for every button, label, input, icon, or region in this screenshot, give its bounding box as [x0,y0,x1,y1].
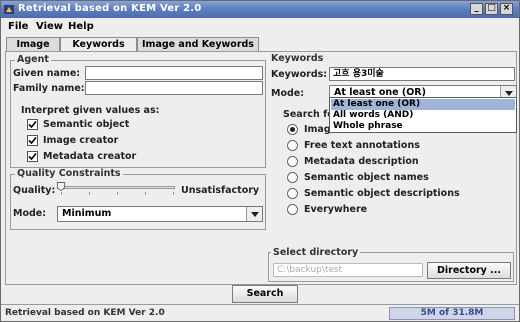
given-name-input[interactable] [85,66,263,80]
radio-semantic-descriptions-label: Semantic object descriptions [304,188,460,199]
menu-file[interactable]: File [8,21,28,32]
family-name-label: Family name: [13,83,85,94]
directory-button[interactable]: Directory ... [427,262,511,279]
radio-everywhere-label: Everywhere [304,204,368,215]
quality-group: Quality Constraints Quality: Unsatisfact… [10,168,266,230]
radio-free-text-label: Free text annotations [304,140,420,151]
keywords-mode-dropdown: At least one (OR) All words (AND) Whole … [329,97,517,133]
menu-bar: File View Help [1,19,519,35]
tab-image-and-keywords[interactable]: Image and Keywords [137,37,259,52]
tab-image[interactable]: Image [6,37,60,52]
keywords-group-title: Keywords [269,53,326,64]
search-button[interactable]: Search [232,285,298,303]
radio-everywhere[interactable] [287,204,298,215]
app-window: Retrieval based on KEM Ver 2.0 _ □ × Fil… [0,0,520,322]
agent-group-title: Agent [15,54,51,65]
keywords-input[interactable]: 고흐 용3미술 [329,67,515,81]
menu-view[interactable]: View [36,21,63,32]
dropdown-option-or[interactable]: At least one (OR) [331,99,515,110]
radio-free-text[interactable] [287,140,298,151]
window-title: Retrieval based on KEM Ver 2.0 [18,3,202,14]
close-button[interactable]: × [500,3,513,15]
check-icon [28,120,37,129]
maximize-button[interactable]: □ [485,3,498,15]
metadata-creator-label: Metadata creator [43,151,137,162]
given-name-label: Given name: [13,68,81,79]
slider-tick [89,192,90,195]
keywords-group: Keywords Keywords: 고흐 용3미술 Mode: At leas… [268,53,517,246]
radio-metadata-label: Metadata description [304,156,419,167]
dropdown-arrow[interactable] [246,207,262,221]
radio-semantic-names[interactable] [287,172,298,183]
semantic-object-checkbox[interactable] [27,119,38,130]
family-name-input[interactable] [85,81,263,95]
search-for-label: Search fo [283,109,334,120]
dropdown-option-and[interactable]: All words (AND) [331,110,515,121]
keywords-label: Keywords: [271,69,328,80]
agent-group: Agent Given name: Family name: Interpret… [10,54,266,168]
memory-indicator: 5M of 31.8M [389,307,515,320]
check-icon [28,152,37,161]
slider-tick [61,192,62,195]
slider-tick [145,192,146,195]
quality-value-label: Unsatisfactory [181,185,260,196]
check-icon [28,136,37,145]
dropdown-option-phrase[interactable]: Whole phrase [331,121,515,132]
minimize-button[interactable]: _ [470,3,483,15]
radio-metadata[interactable] [287,156,298,167]
chevron-down-icon [505,91,513,96]
directory-group: Select directory C:\backup\test Director… [268,247,514,282]
quality-mode-label: Mode: [13,208,47,219]
menu-help[interactable]: Help [68,21,94,32]
status-bar: Retrieval based on KEM Ver 2.0 5M of 31.… [1,304,519,321]
quality-slider-thumb[interactable] [56,182,66,191]
radio-image[interactable] [287,124,298,135]
keywords-mode-label: Mode: [271,88,305,99]
quality-slider-track[interactable] [57,186,175,189]
interpret-label: Interpret given values as: [21,105,160,116]
radio-semantic-names-label: Semantic object names [304,172,429,183]
directory-path-input[interactable]: C:\backup\test [273,263,423,277]
semantic-object-label: Semantic object [43,119,130,130]
title-bar[interactable]: Retrieval based on KEM Ver 2.0 _ □ × [1,1,519,18]
radio-semantic-descriptions[interactable] [287,188,298,199]
quality-group-title: Quality Constraints [15,168,123,179]
app-icon [4,5,14,14]
image-creator-label: Image creator [43,135,119,146]
quality-mode-value: Minimum [62,208,112,219]
quality-label: Quality: [13,185,56,196]
chevron-down-icon [251,212,259,217]
slider-tick [173,192,174,195]
image-creator-checkbox[interactable] [27,135,38,146]
metadata-creator-checkbox[interactable] [27,151,38,162]
keywords-panel: Agent Given name: Family name: Interpret… [5,51,517,285]
slider-tick [117,192,118,195]
quality-mode-select[interactable]: Minimum [57,206,263,222]
directory-group-title: Select directory [271,247,361,258]
status-text: Retrieval based on KEM Ver 2.0 [5,308,165,318]
